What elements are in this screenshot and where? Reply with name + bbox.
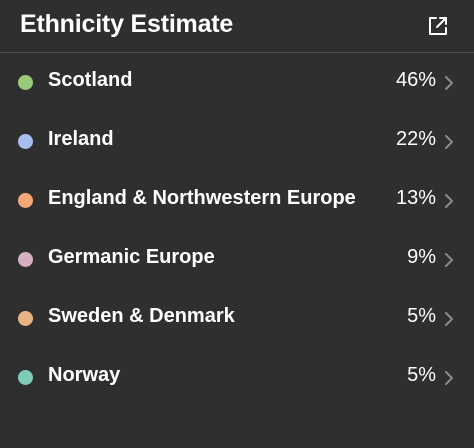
region-percent: 5% (407, 305, 436, 327)
ethnicity-row-scotland[interactable]: Scotland 46% (0, 53, 474, 112)
card-header: Ethnicity Estimate (0, 0, 474, 53)
chevron-right-icon (445, 135, 453, 149)
chevron-right-icon (445, 76, 453, 90)
region-label: England & Northwestern Europe (48, 187, 356, 209)
region-label: Norway (48, 364, 121, 386)
region-color-dot (18, 75, 33, 90)
region-label: Scotland (48, 69, 133, 91)
region-percent: 5% (407, 364, 436, 386)
region-color-dot (18, 252, 33, 267)
region-label: Germanic Europe (48, 246, 215, 268)
external-link-icon[interactable] (427, 15, 449, 37)
region-label: Ireland (48, 128, 114, 150)
region-percent: 13% (395, 187, 436, 209)
region-percent: 22% (395, 128, 436, 150)
ethnicity-estimate-card: Ethnicity Estimate Scotland 46% Ireland … (0, 0, 474, 448)
region-color-dot (18, 311, 33, 326)
ethnicity-row-ireland[interactable]: Ireland 22% (0, 112, 474, 171)
card-title: Ethnicity Estimate (20, 10, 234, 38)
chevron-right-icon (445, 194, 453, 208)
chevron-right-icon (445, 253, 453, 267)
region-color-dot (18, 193, 33, 208)
ethnicity-row-germanic-europe[interactable]: Germanic Europe 9% (0, 230, 474, 289)
ethnicity-row-norway[interactable]: Norway 5% (0, 348, 474, 407)
region-percent: 46% (395, 69, 436, 91)
chevron-right-icon (445, 371, 453, 385)
region-color-dot (18, 370, 33, 385)
region-label: Sweden & Denmark (48, 305, 235, 327)
ethnicity-row-england-northwestern-europe[interactable]: England & Northwestern Europe 13% (0, 171, 474, 230)
region-percent: 9% (407, 246, 436, 268)
chevron-right-icon (445, 312, 453, 326)
region-color-dot (18, 134, 33, 149)
ethnicity-row-sweden-denmark[interactable]: Sweden & Denmark 5% (0, 289, 474, 348)
